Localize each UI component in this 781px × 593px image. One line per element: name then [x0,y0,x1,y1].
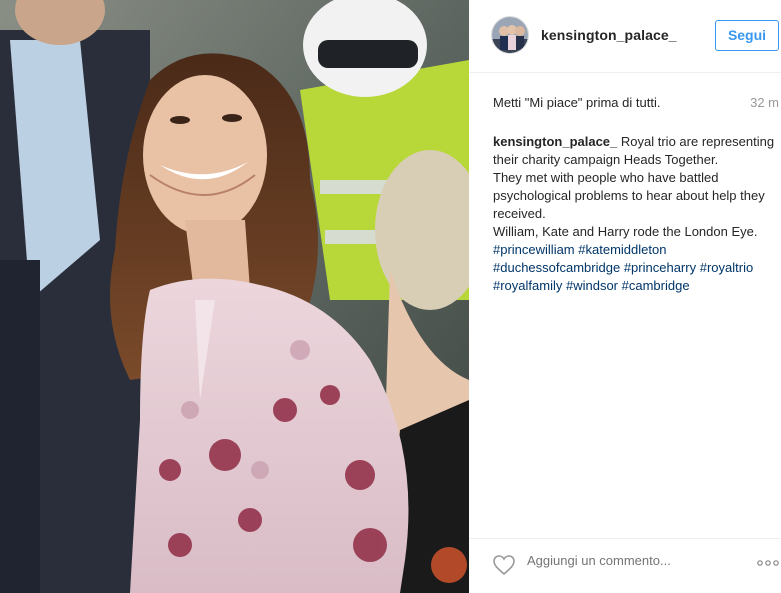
avatar[interactable] [491,16,529,54]
likes-text[interactable]: Metti "Mi piace" prima di tutti. [493,95,660,110]
hashtag-link[interactable]: #princewilliam [493,242,575,257]
likes-row: Metti "Mi piace" prima di tutti. 32 m [493,95,781,110]
post-username[interactable]: kensington_palace_ [541,27,677,43]
heart-outline-icon[interactable] [492,554,516,576]
follow-button[interactable]: Segui [715,20,779,51]
caption-username[interactable]: kensington_palace_ [493,134,617,149]
comment-input[interactable] [527,553,703,568]
hashtag-link[interactable]: #windsor [566,278,618,293]
comment-bar [469,538,781,593]
post-caption: kensington_palace_ Royal trio are repres… [493,133,778,295]
hashtag-link[interactable]: #katemiddleton [578,242,666,257]
post-side-panel: kensington_palace_ Segui Metti "Mi piace… [469,0,781,593]
post-timestamp[interactable]: 32 m [750,95,779,110]
caption-text-3: William, Kate and Harry rode the London … [493,224,758,239]
more-dots-icon[interactable] [757,556,779,568]
caption-text-2: They met with people who have battled ps… [493,170,765,221]
hashtag-link[interactable]: #cambridge [622,278,690,293]
photo-illustration [0,0,469,593]
hashtag-link[interactable]: #royaltrio [700,260,753,275]
post-photo[interactable] [0,0,469,593]
post-header: kensington_palace_ Segui [469,0,781,73]
hashtag-link[interactable]: #duchessofcambridge [493,260,620,275]
hashtag-link[interactable]: #royalfamily [493,278,562,293]
hashtag-link[interactable]: #princeharry [624,260,696,275]
